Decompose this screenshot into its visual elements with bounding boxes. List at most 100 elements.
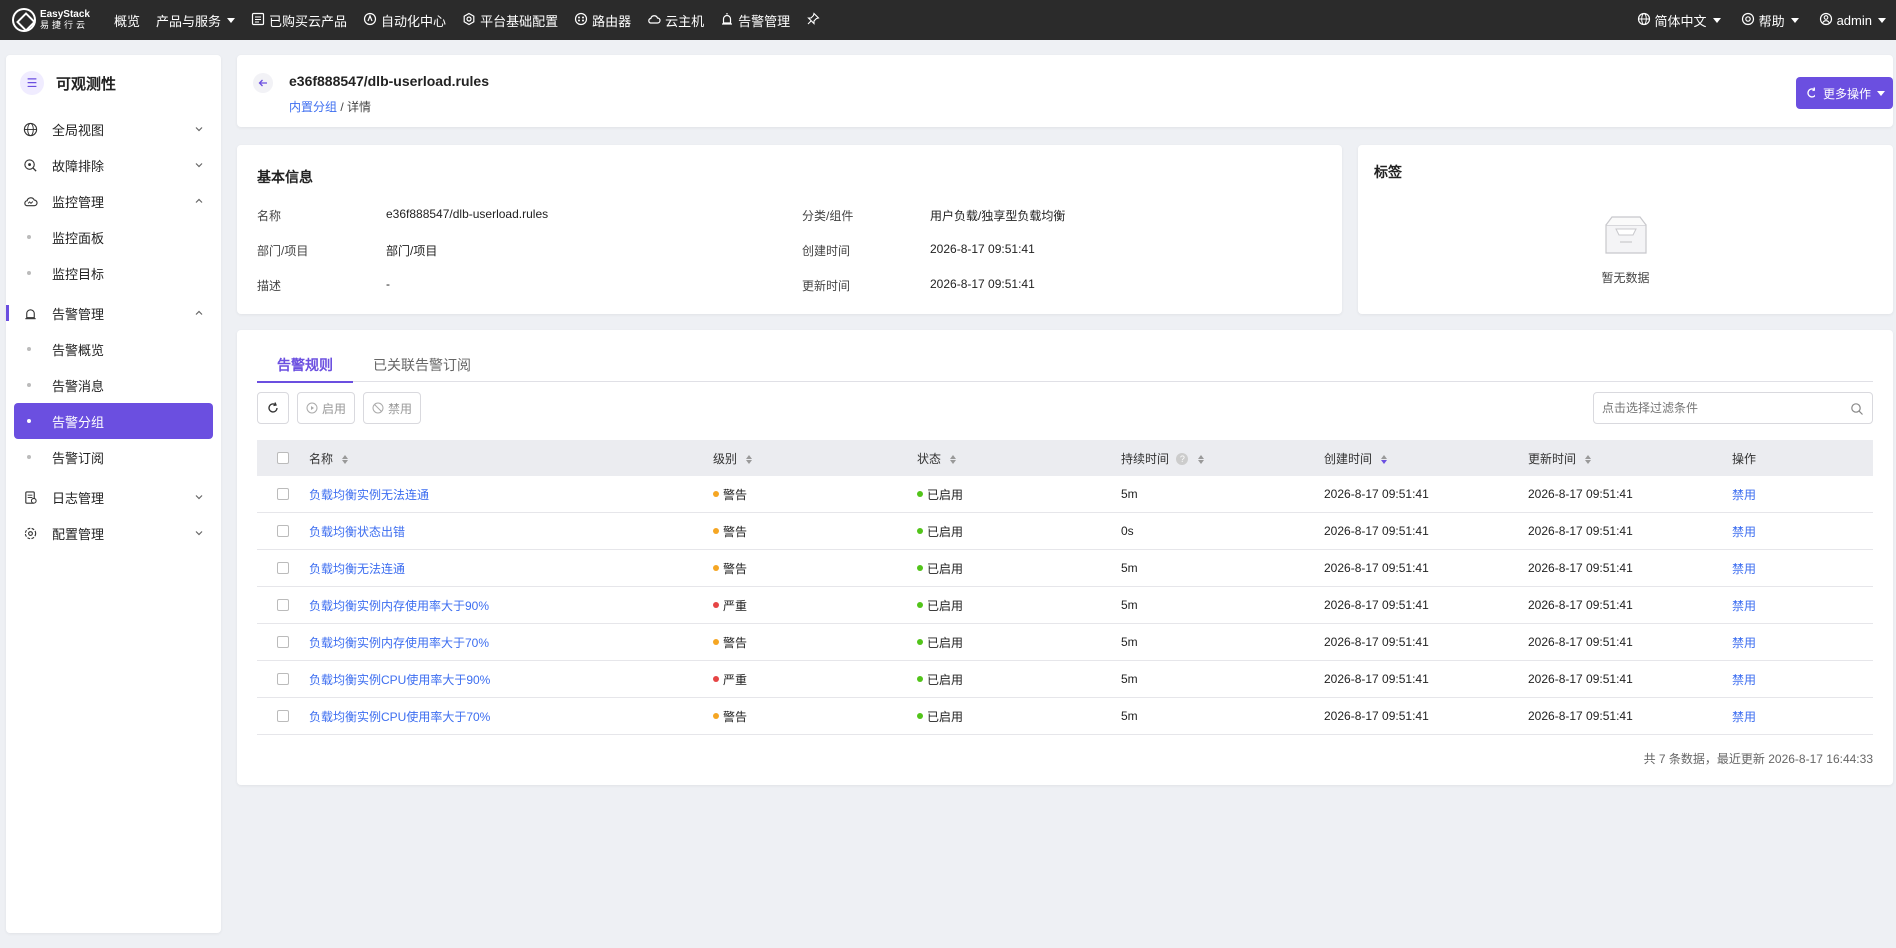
enable-button[interactable]: 启用: [297, 392, 356, 424]
nav-overview[interactable]: 概览: [114, 0, 148, 40]
user-icon: [1819, 12, 1833, 29]
table-refresh-button[interactable]: [257, 392, 289, 424]
user-menu[interactable]: admin: [1809, 0, 1896, 40]
rule-name-link[interactable]: 负载均衡实例CPU使用率大于90%: [309, 673, 490, 687]
disable-rule-link[interactable]: 禁用: [1732, 562, 1756, 576]
sort-icon[interactable]: [1585, 454, 1592, 464]
sidebar-subitem-monitor-dashboard[interactable]: 监控面板: [6, 219, 221, 255]
sidebar-subitem-alarm-overview[interactable]: 告警概览: [6, 331, 221, 367]
column-header-updated[interactable]: 更新时间: [1528, 450, 1732, 467]
disable-rule-link[interactable]: 禁用: [1732, 599, 1756, 613]
row-checkbox[interactable]: [277, 599, 289, 611]
search-icon[interactable]: [1850, 402, 1864, 416]
sidebar-subitem-alarm-messages[interactable]: 告警消息: [6, 367, 221, 403]
status-text: 已启用: [927, 672, 964, 687]
select-all-checkbox[interactable]: [277, 452, 289, 464]
nav-automation[interactable]: 自动化中心: [355, 0, 454, 40]
filter-input[interactable]: [1602, 401, 1842, 415]
name-value: e36f888547/dlb-userload.rules: [386, 207, 549, 221]
level-dot-icon: [713, 639, 719, 646]
help-icon[interactable]: ?: [1176, 453, 1189, 466]
more-actions-button[interactable]: 更多操作: [1815, 77, 1893, 109]
row-checkbox[interactable]: [277, 710, 289, 722]
header-label: 创建时间: [1324, 451, 1373, 466]
nav-alarm-management[interactable]: 告警管理: [712, 0, 798, 40]
tags-card: 标签 暂无数据: [1358, 145, 1893, 314]
rule-name-link[interactable]: 负载均衡状态出错: [309, 525, 405, 539]
menu-icon[interactable]: ☰: [20, 71, 44, 95]
sort-icon[interactable]: [342, 454, 349, 464]
basic-info-card: 基本信息 名称 e36f888547/dlb-userload.rules 部门…: [237, 145, 1342, 314]
disable-rule-link[interactable]: 禁用: [1732, 488, 1756, 502]
row-checkbox[interactable]: [277, 525, 289, 537]
column-header-status[interactable]: 状态: [917, 450, 1121, 467]
sidebar-item-troubleshoot[interactable]: 故障排除: [6, 147, 221, 183]
rule-name-link[interactable]: 负载均衡实例内存使用率大于70%: [309, 636, 489, 650]
rule-name-link[interactable]: 负载均衡实例无法连通: [309, 488, 429, 502]
disable-button[interactable]: 禁用: [363, 392, 422, 424]
sidebar-item-alarm-management[interactable]: 告警管理: [6, 295, 221, 331]
level-dot-icon: [713, 676, 719, 683]
rule-name-link[interactable]: 负载均衡无法连通: [309, 562, 405, 576]
chevron-down-icon: [1712, 17, 1721, 23]
empty-text: 暂无数据: [1601, 271, 1650, 285]
disable-rule-link[interactable]: 禁用: [1732, 636, 1756, 650]
column-header-created[interactable]: 创建时间: [1324, 450, 1528, 467]
filter-search[interactable]: [1593, 392, 1873, 424]
sidebar-item-global-view[interactable]: 全局视图: [6, 111, 221, 147]
category-value: 用户负载/独享型负载均衡: [930, 209, 1066, 223]
level-text: 警告: [723, 635, 748, 650]
alarm-icon: [22, 305, 38, 321]
sidebar-item-config-management[interactable]: 配置管理: [6, 515, 221, 551]
top-right-menu: 简体中文 帮助 admin: [1627, 0, 1896, 40]
sort-desc-icon[interactable]: [1381, 454, 1388, 464]
row-checkbox[interactable]: [277, 488, 289, 500]
nav-platform-config[interactable]: 平台基础配置: [454, 0, 566, 40]
status-dot-icon: [917, 602, 923, 609]
tab-linked-subscriptions[interactable]: 已关联告警订阅: [353, 350, 491, 382]
row-checkbox[interactable]: [277, 562, 289, 574]
rule-name-link[interactable]: 负载均衡实例内存使用率大于90%: [309, 599, 489, 613]
sidebar-item-log-management[interactable]: 日志管理: [6, 479, 221, 515]
breadcrumb-link-builtin-group[interactable]: 内置分组: [289, 100, 337, 114]
row-checkbox[interactable]: [277, 673, 289, 685]
level-text: 警告: [723, 524, 748, 539]
nav-router[interactable]: 路由器: [566, 0, 639, 40]
column-header-level[interactable]: 级别: [713, 450, 917, 467]
nav-cloud-host[interactable]: 云主机: [639, 0, 712, 40]
sort-icon[interactable]: [1197, 454, 1204, 464]
row-checkbox[interactable]: [277, 636, 289, 648]
sidebar-subitem-alarm-subscriptions[interactable]: 告警订阅: [6, 439, 221, 475]
status-dot-icon: [917, 491, 923, 498]
column-header-name[interactable]: 名称: [309, 450, 713, 467]
sidebar-item-monitor-management[interactable]: 监控管理: [6, 183, 221, 219]
dept-value: 部门/项目: [386, 244, 438, 258]
level-text: 警告: [723, 487, 748, 502]
disable-rule-link[interactable]: 禁用: [1732, 710, 1756, 724]
table-row: 负载均衡实例内存使用率大于70% 警告 已启用 5m 2026-8-17 09:51:4…: [257, 624, 1873, 661]
disable-rule-link[interactable]: 禁用: [1732, 673, 1756, 687]
sort-icon[interactable]: [950, 454, 957, 464]
back-button[interactable]: [253, 73, 273, 93]
status-text: 已启用: [927, 709, 964, 724]
sidebar-subitem-monitor-target[interactable]: 监控目标: [6, 255, 221, 291]
sidebar-item-label: 配置管理: [52, 526, 105, 542]
disable-rule-link[interactable]: 禁用: [1732, 525, 1756, 539]
level-cell: 警告: [713, 486, 917, 503]
sidebar-subitem-alarm-groups[interactable]: 告警分组: [14, 403, 213, 439]
tab-alarm-rules[interactable]: 告警规则: [257, 350, 353, 383]
nav-products[interactable]: 产品与服务: [148, 0, 243, 40]
status-cell: 已启用: [917, 671, 1121, 688]
column-header-duration[interactable]: 持续时间 ?: [1121, 450, 1324, 467]
nav-pin[interactable]: [798, 0, 828, 40]
help-menu[interactable]: 帮助: [1731, 0, 1809, 40]
empty-box-icon: [1605, 216, 1647, 254]
rules-table: 名称 级别 状态 持续时间 ? 创建时间 更新时间 操作 负载均衡实例无法连通 …: [257, 440, 1873, 735]
sort-icon[interactable]: [746, 454, 753, 464]
rule-name-link[interactable]: 负载均衡实例CPU使用率大于70%: [309, 710, 490, 724]
updated-cell: 2026-8-17 09:51:41: [1528, 561, 1633, 575]
easystack-logo[interactable]: EasyStack 易捷行云: [12, 8, 90, 32]
nav-purchased[interactable]: 已购买云产品: [243, 0, 355, 40]
dept-label: 部门/项目: [257, 244, 309, 258]
language-switcher[interactable]: 简体中文: [1627, 0, 1731, 40]
